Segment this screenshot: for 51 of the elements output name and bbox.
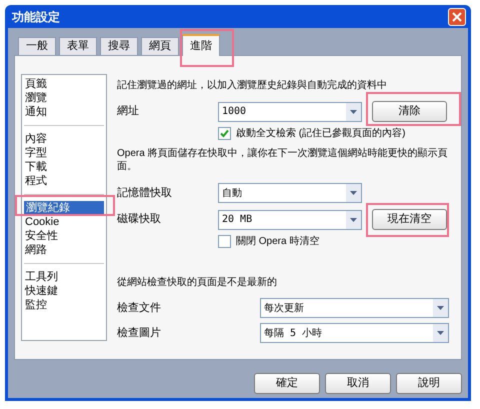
description-text: Opera 將頁面儲存在快取中，讓你在下一次瀏覽這個網站時能更快的顯示頁面。	[117, 147, 449, 173]
sidebar-item[interactable]: 瀏覽	[23, 91, 105, 105]
tab[interactable]: 表單	[59, 37, 97, 55]
checkbox-label: 關閉 Opera 時清空	[236, 234, 320, 249]
dropdown[interactable]: 每次更新	[260, 298, 449, 318]
dropdown-arrow-icon	[437, 306, 444, 310]
button[interactable]: 確定	[254, 373, 320, 394]
sidebar-item[interactable]: 頁籤	[23, 77, 105, 91]
highlight-frame	[180, 29, 234, 67]
field-label: 磁碟快取	[117, 212, 162, 228]
sidebar-item[interactable]: 下載	[23, 160, 105, 174]
close-button[interactable]	[448, 8, 466, 26]
button[interactable]: 說明	[396, 373, 462, 394]
description-text: 記住瀏覽過的網址，以加入瀏覽歷史紀錄與自動完成的資料中	[117, 78, 388, 93]
dropdown[interactable]: 每隔 5 小時	[260, 323, 449, 343]
close-icon	[452, 12, 462, 22]
dropdown-arrow-icon	[437, 331, 444, 335]
dropdown[interactable]: 1000	[218, 102, 362, 122]
sidebar-item[interactable]: 工具列	[23, 270, 105, 284]
sidebar-item[interactable]: 快速鍵	[23, 284, 105, 298]
sidebar-item[interactable]: Cookie	[23, 215, 105, 229]
tab[interactable]: 搜尋	[100, 37, 138, 55]
check-icon	[220, 129, 229, 138]
sidebar-item[interactable]: 網路	[23, 243, 105, 257]
sidebar-item[interactable]: 通知	[23, 105, 105, 119]
dropdown[interactable]: 20 MB	[218, 210, 362, 230]
button[interactable]: 現在清空	[372, 209, 447, 230]
button[interactable]: 清除	[372, 101, 447, 122]
description-text: 從網站檢查快取的頁面是不是最新的	[117, 276, 278, 290]
sidebar-item[interactable]: 程式	[23, 174, 105, 188]
checkbox-label: 啟動全文檢索 (記住已參觀頁面的內容)	[236, 126, 406, 141]
sidebar-item[interactable]: 監控	[23, 298, 105, 312]
button[interactable]: 取消	[325, 373, 391, 394]
checkbox[interactable]	[218, 127, 231, 140]
field-label: 檢查文件	[117, 300, 162, 316]
dropdown-arrow-icon	[350, 218, 357, 222]
tab[interactable]: 網頁	[141, 37, 179, 55]
sidebar-item[interactable]: 瀏覽紀錄	[24, 201, 104, 215]
window-title: 功能設定	[12, 8, 60, 26]
dropdown-arrow-icon	[350, 191, 357, 195]
checkbox[interactable]	[218, 235, 231, 248]
field-label: 檢查圖片	[117, 326, 162, 341]
tab[interactable]: 一般	[18, 37, 56, 55]
tab[interactable]: 進階	[182, 34, 220, 56]
field-label: 記憶體快取	[117, 186, 173, 201]
sidebar-item[interactable]: 安全性	[23, 229, 105, 243]
sidebar-item[interactable]: 內容	[23, 132, 105, 146]
dropdown-arrow-icon	[350, 110, 357, 114]
dropdown[interactable]: 自動	[218, 183, 362, 203]
field-label: 網址	[117, 104, 140, 120]
sidebar-item[interactable]: 字型	[23, 146, 105, 160]
